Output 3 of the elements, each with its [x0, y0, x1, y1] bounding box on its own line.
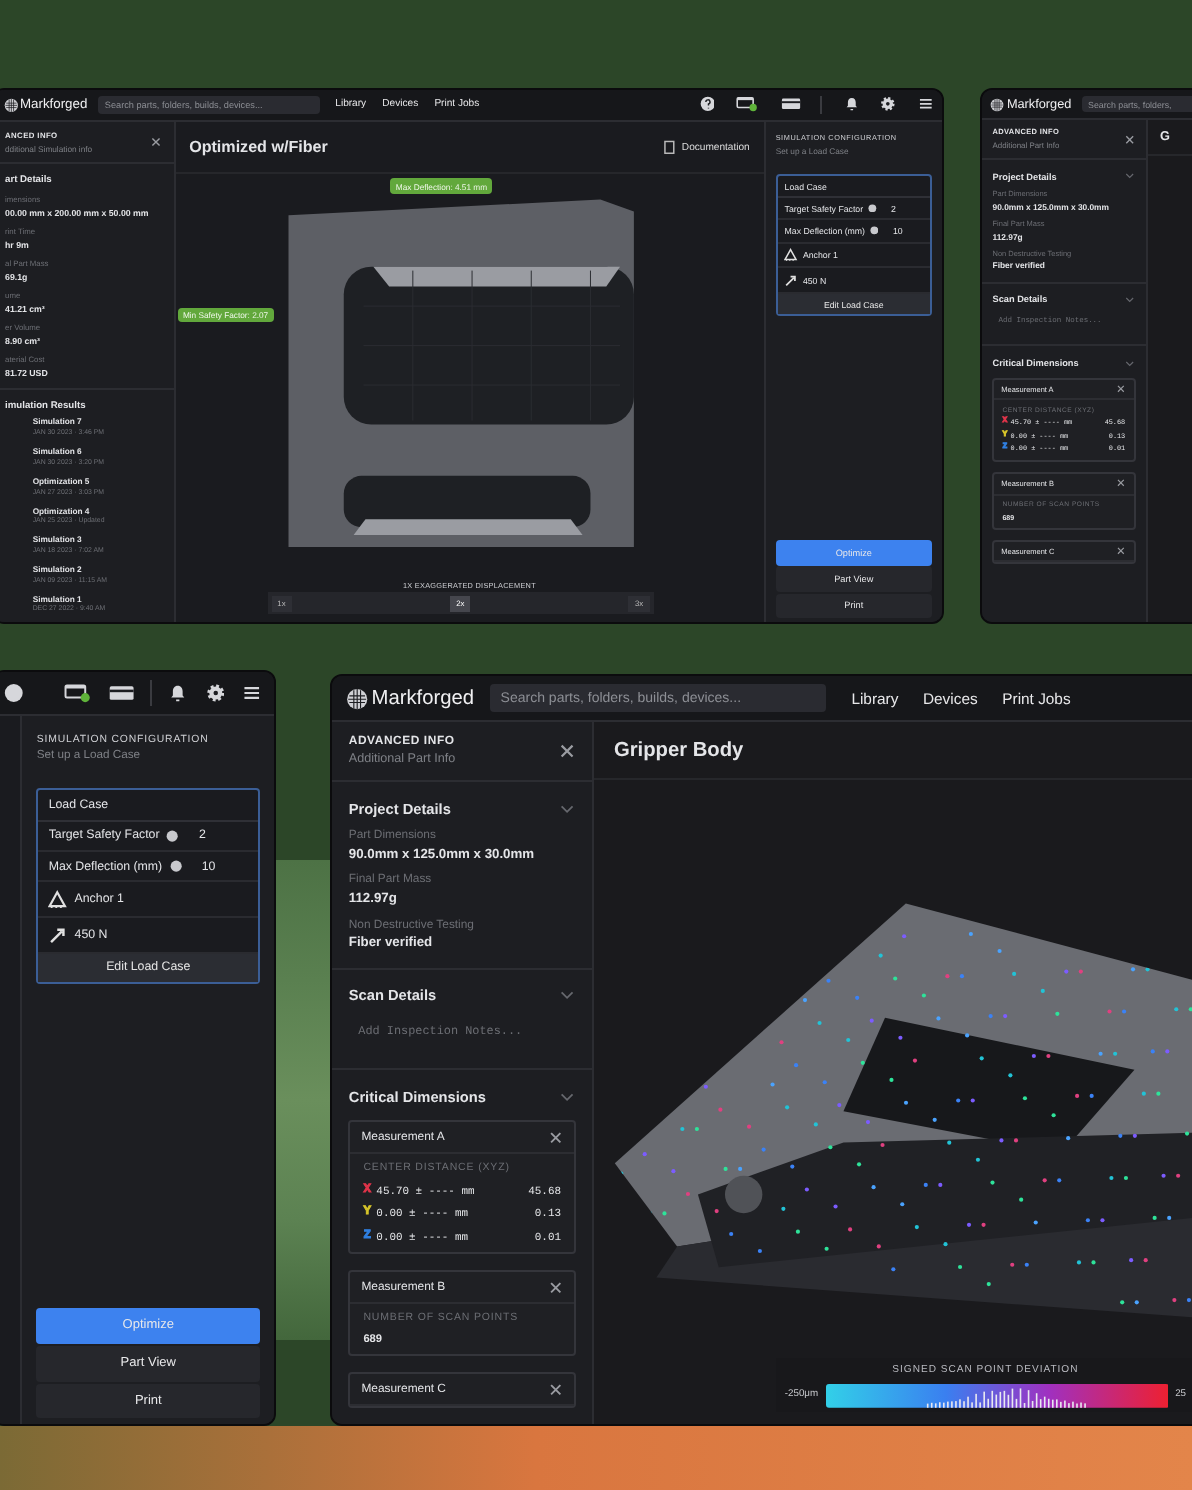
page-title: Optimized w/Fiber: [189, 138, 328, 157]
logo-text: Markforged: [371, 687, 475, 710]
part-title: Gripper Body: [613, 739, 744, 762]
